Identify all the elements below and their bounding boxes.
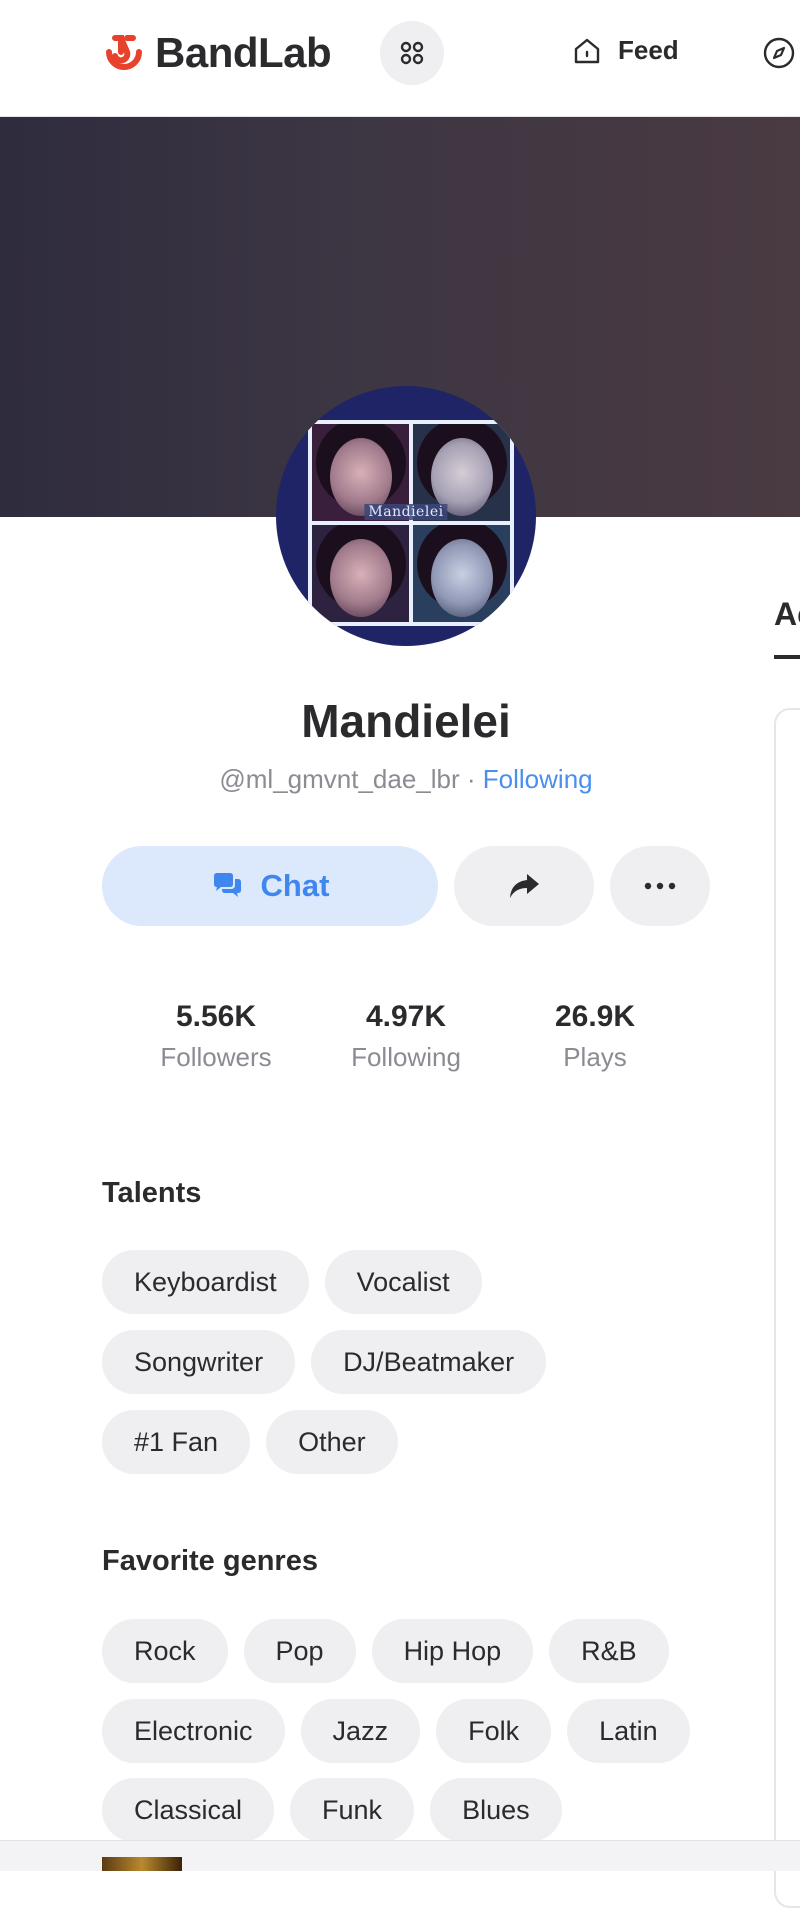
genre-chip[interactable]: Pop — [243, 1619, 356, 1683]
genre-chip[interactable]: Folk — [436, 1699, 552, 1763]
stat-followers[interactable]: 5.56K Followers — [116, 1000, 316, 1073]
tab-activity[interactable]: Ac — [774, 596, 800, 633]
favorite-genres-heading: Favorite genres — [102, 1545, 318, 1577]
stat-value: 26.9K — [554, 1000, 636, 1033]
follow-status[interactable]: Following — [483, 764, 593, 794]
talent-chip[interactable]: Songwriter — [102, 1330, 296, 1394]
genres-row: Electronic Jazz Folk Latin — [102, 1699, 690, 1763]
profile-display-name: Mandielei — [301, 695, 511, 747]
nav-feed-label: Feed — [618, 35, 679, 65]
compass-icon — [763, 37, 795, 69]
activity-panel-card — [774, 708, 800, 1908]
more-options-button[interactable] — [610, 846, 710, 926]
avatar-caption: Mandielei — [364, 504, 448, 520]
stat-following[interactable]: 4.97K Following — [306, 1000, 506, 1073]
nav-feed-link[interactable]: Feed — [572, 35, 679, 66]
apps-menu-button[interactable] — [380, 21, 444, 85]
talents-row: #1 Fan Other — [102, 1410, 398, 1474]
nav-explore-link[interactable] — [762, 36, 796, 75]
chat-button[interactable]: Chat — [102, 846, 438, 926]
stat-plays: 26.9K Plays — [495, 1000, 695, 1073]
bandlab-logo[interactable]: BandLab — [101, 29, 332, 77]
talent-chip[interactable]: Keyboardist — [102, 1250, 309, 1314]
genre-chip[interactable]: R&B — [549, 1619, 669, 1683]
share-button[interactable] — [454, 846, 594, 926]
genre-chip[interactable]: Latin — [567, 1699, 690, 1763]
more-dots-icon — [644, 882, 676, 890]
profile-handle-line: @ml_gmvnt_dae_lbr · Following — [0, 764, 800, 795]
genre-chip[interactable]: Hip Hop — [371, 1619, 534, 1683]
stat-label: Followers — [160, 1042, 272, 1072]
genre-chip[interactable]: Funk — [290, 1778, 415, 1842]
avatar-photo-tile — [312, 525, 409, 622]
home-icon — [574, 38, 600, 63]
stat-label: Following — [351, 1042, 461, 1072]
chat-bubbles-icon — [213, 873, 241, 897]
talent-chip[interactable]: Other — [266, 1410, 398, 1474]
talent-chip[interactable]: DJ/Beatmaker — [311, 1330, 547, 1394]
share-arrow-icon — [510, 874, 539, 898]
genres-row: Classical Funk Blues — [102, 1778, 562, 1842]
mini-player-bar[interactable] — [0, 1840, 800, 1871]
apps-grid-icon — [400, 41, 424, 65]
stat-label: Plays — [563, 1042, 627, 1072]
genre-chip[interactable]: Rock — [102, 1619, 228, 1683]
top-nav: BandLab Feed — [0, 0, 800, 117]
bandlab-logo-icon — [106, 35, 142, 70]
chat-button-label: Chat — [260, 868, 330, 903]
genre-chip[interactable]: Electronic — [102, 1699, 285, 1763]
talent-chip[interactable]: Vocalist — [324, 1250, 482, 1314]
talent-chip[interactable]: #1 Fan — [102, 1410, 251, 1474]
genre-chip[interactable]: Classical — [102, 1778, 275, 1842]
stat-value: 5.56K — [175, 1000, 257, 1033]
avatar-photo-collage — [308, 420, 514, 626]
profile-avatar[interactable]: Mandielei — [276, 386, 536, 646]
handle-separator: · — [459, 764, 483, 794]
genres-row: Rock Pop Hip Hop R&B — [102, 1619, 669, 1683]
genre-chip[interactable]: Jazz — [300, 1699, 421, 1763]
avatar-photo-tile — [413, 525, 510, 622]
talents-heading: Talents — [102, 1177, 202, 1209]
profile-handle: @ml_gmvnt_dae_lbr — [219, 764, 460, 794]
bandlab-wordmark: BandLab — [155, 29, 332, 76]
genre-chip[interactable]: Blues — [430, 1778, 562, 1842]
track-artwork-thumbnail[interactable] — [102, 1857, 182, 1871]
active-tab-indicator — [774, 655, 800, 659]
stat-value: 4.97K — [365, 1000, 447, 1033]
talents-row: Keyboardist Vocalist — [102, 1250, 482, 1314]
talents-row: Songwriter DJ/Beatmaker — [102, 1330, 547, 1394]
